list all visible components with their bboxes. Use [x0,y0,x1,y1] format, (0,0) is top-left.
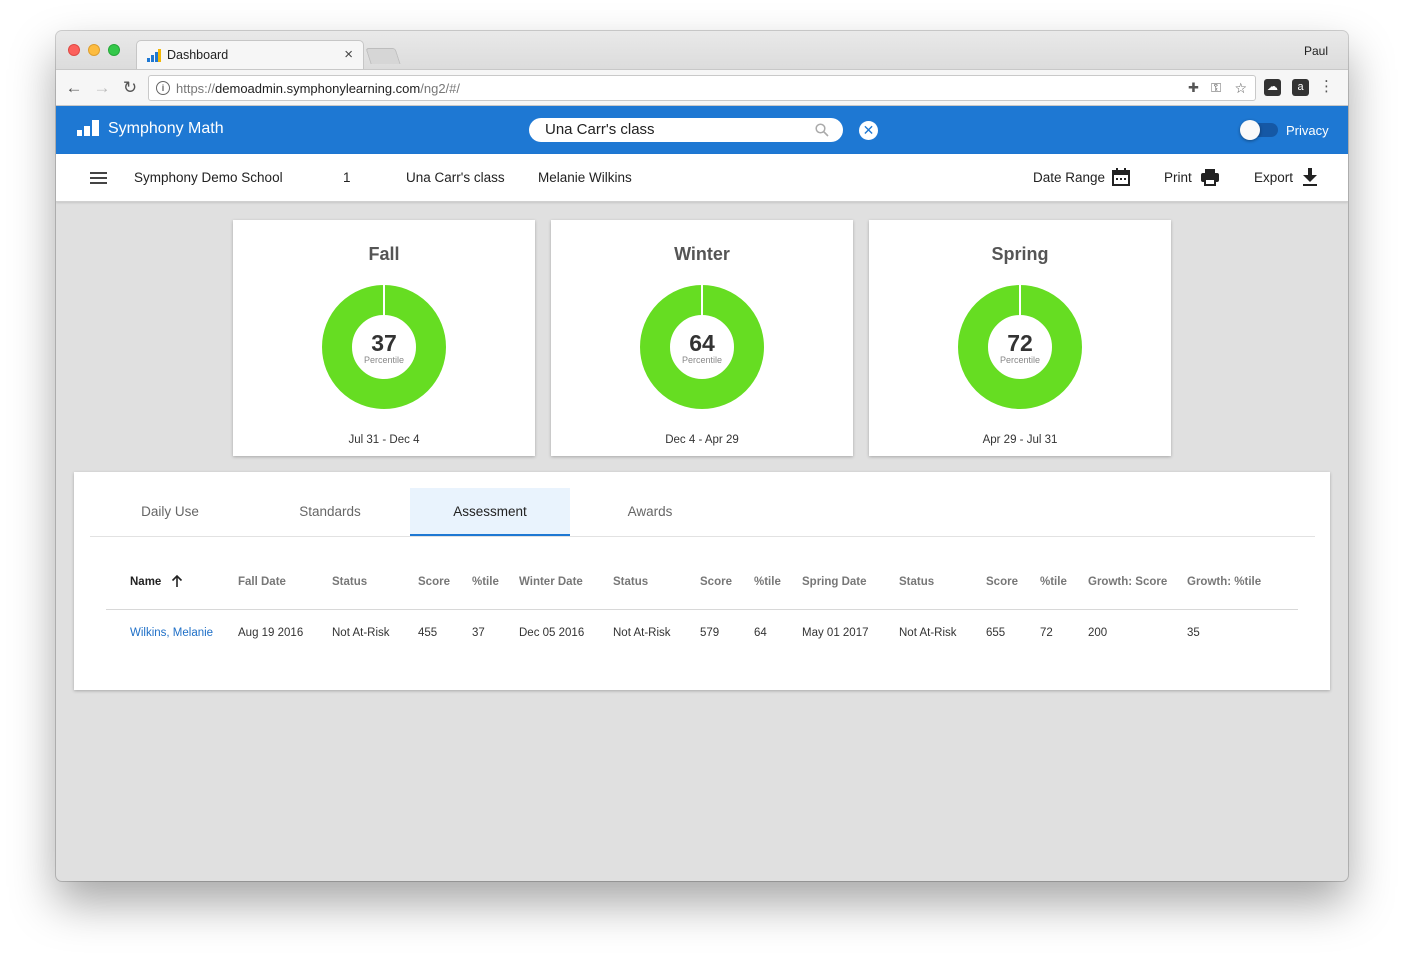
table-cell: 64 [754,627,767,639]
card-title: Fall [368,244,400,264]
amazon-extension-icon[interactable]: a [1292,79,1309,96]
tab-assessment[interactable]: Assessment [410,488,570,536]
close-window-button[interactable] [68,44,80,56]
percentile-label: Percentile [363,355,405,365]
calendar-icon[interactable] [1111,167,1131,187]
column-header-spring-score[interactable]: Score [986,576,1018,588]
date-range-button[interactable]: Date Range [1033,170,1105,185]
table-cell: May 01 2017 [802,627,869,639]
table-cell: 655 [986,627,1006,639]
breadcrumb-class[interactable]: Una Carr's class [406,170,505,185]
breadcrumb-grade[interactable]: 1 [343,170,351,185]
url-text[interactable]: https://demoadmin.symphonylearning.com/n… [176,81,460,96]
search-value[interactable]: Una Carr's class [545,121,655,138]
clear-search-button[interactable]: ✕ [859,121,878,140]
key-icon[interactable]: ⚿ [1211,80,1221,96]
percentile-value: 72 [1007,330,1033,356]
toggle-knob[interactable] [1240,120,1260,140]
column-header-fall-status[interactable]: Status [332,576,367,588]
more-menu-icon[interactable]: ⋮ [1319,79,1334,95]
fall-card: Fall 37 Percentile Jul 31 - Dec 4 [233,220,535,456]
column-header-fall-date[interactable]: Fall Date [238,576,286,588]
header-divider [106,609,1298,610]
column-header-winter-score[interactable]: Score [700,576,732,588]
address-bar[interactable]: i https://demoadmin.symphonylearning.com… [148,75,1256,101]
print-button[interactable]: Print [1164,170,1192,185]
download-icon[interactable] [1300,167,1320,187]
app-title[interactable]: Symphony Math [108,120,224,138]
column-header-growth-percentile[interactable]: Growth: %tile [1187,576,1261,588]
column-header-winter-percentile[interactable]: %tile [754,576,781,588]
back-arrow-icon[interactable]: ← [64,78,84,98]
app-header: Symphony Math Una Carr's class ✕ Privacy [56,106,1348,154]
column-header-winter-date[interactable]: Winter Date [519,576,583,588]
date-range-text: Dec 4 - Apr 29 [665,434,739,446]
tab-daily-use[interactable]: Daily Use [90,488,250,536]
favicon-icon [147,49,161,62]
table-cell: 200 [1088,627,1108,639]
tab-close-icon[interactable]: × [344,46,353,63]
table-cell: Not At-Risk [899,627,957,639]
privacy-toggle[interactable] [1240,120,1278,140]
table-cell: 35 [1187,627,1200,639]
info-icon[interactable]: i [156,81,170,95]
reload-icon[interactable]: ↻ [120,78,140,98]
card-title: Winter [674,244,730,264]
table-cell: Not At-Risk [332,627,390,639]
printer-icon[interactable] [1200,167,1220,187]
cloud-extension-icon[interactable]: ☁ [1264,79,1281,96]
card-title: Spring [991,244,1049,264]
search-icon[interactable] [815,123,829,137]
breadcrumb-school[interactable]: Symphony Demo School [134,170,283,185]
table-cell: 455 [418,627,438,639]
percentile-value: 64 [689,330,715,356]
title-bar: Dashboard × Paul [56,31,1348,69]
blocked-plugin-icon[interactable]: ✚ [1188,80,1199,96]
percentile-label: Percentile [999,355,1041,365]
table-cell: Aug 19 2016 [238,627,304,639]
winter-card: Winter 64 Percentile Dec 4 - Apr 29 [551,220,853,456]
table-cell: 72 [1040,627,1053,639]
browser-toolbar: ← → ↻ i https://demoadmin.symphonylearni… [56,69,1348,106]
profile-name[interactable]: Paul [1304,44,1328,58]
column-header-spring-date[interactable]: Spring Date [802,576,867,588]
column-header-growth-score[interactable]: Growth: Score [1088,576,1167,588]
date-range-text: Jul 31 - Dec 4 [348,434,420,446]
symphony-logo-icon [77,120,99,136]
browser-window: Dashboard × Paul ← → ↻ i https://demoadm… [56,31,1348,881]
tab-standards[interactable]: Standards [250,488,410,536]
class-search-input[interactable]: Una Carr's class [529,118,843,142]
table-cell: 579 [700,627,720,639]
breadcrumb-student[interactable]: Melanie Wilkins [538,170,632,185]
arrow-up-icon[interactable] [171,574,183,588]
bookmark-star-icon[interactable]: ☆ [1234,80,1247,97]
column-header-name[interactable]: Name [130,576,161,588]
table-cell: 37 [472,627,485,639]
menu-icon[interactable] [90,172,107,184]
tab-awards[interactable]: Awards [570,488,730,536]
column-header-spring-status[interactable]: Status [899,576,934,588]
forward-arrow-icon[interactable]: → [92,78,112,98]
minimize-window-button[interactable] [88,44,100,56]
export-button[interactable]: Export [1254,170,1293,185]
privacy-label: Privacy [1286,123,1329,138]
column-header-spring-percentile[interactable]: %tile [1040,576,1067,588]
column-header-fall-score[interactable]: Score [418,576,450,588]
date-range-text: Apr 29 - Jul 31 [982,434,1058,446]
new-tab-button[interactable] [365,48,401,64]
breadcrumb-bar: Symphony Demo School 1 Una Carr's class … [56,154,1348,202]
report-tabs: Daily Use Standards Assessment Awards [90,488,1315,537]
percentile-value: 37 [371,330,397,356]
maximize-window-button[interactable] [108,44,120,56]
browser-tab[interactable]: Dashboard × [136,40,364,69]
tab-title: Dashboard [167,48,229,62]
table-cell: Dec 05 2016 [519,627,585,639]
column-header-fall-percentile[interactable]: %tile [472,576,499,588]
percentile-label: Percentile [681,355,723,365]
column-header-winter-status[interactable]: Status [613,576,648,588]
table-cell: Not At-Risk [613,627,671,639]
spring-card: Spring 72 Percentile Apr 29 - Jul 31 [869,220,1171,456]
student-name-link[interactable]: Wilkins, Melanie [130,627,213,639]
report-panel: Daily Use Standards Assessment Awards Na… [74,472,1330,690]
